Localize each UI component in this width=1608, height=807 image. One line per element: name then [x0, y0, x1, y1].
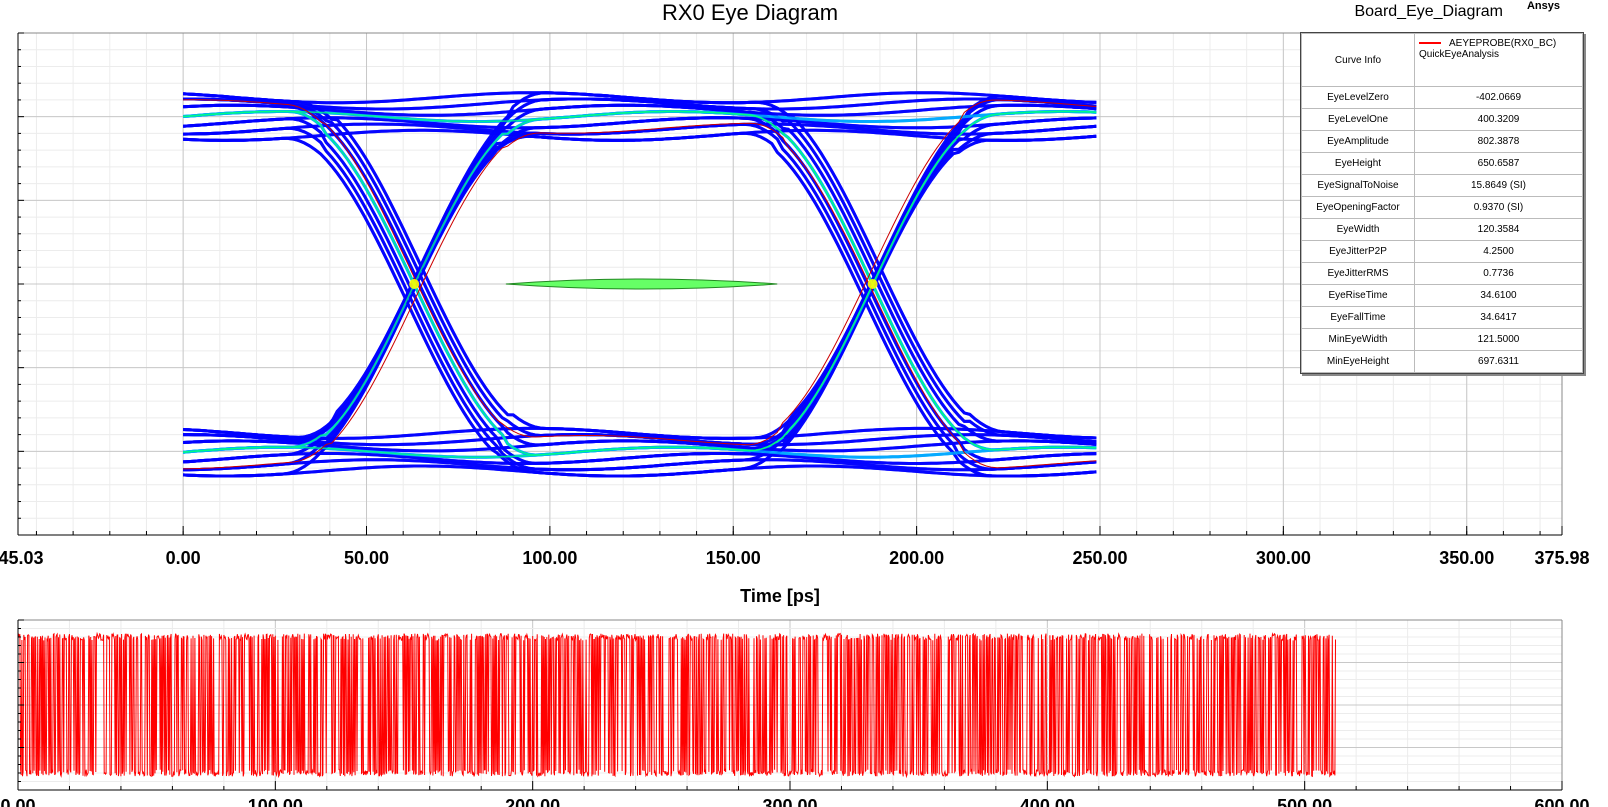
wave-x-tick-label: 500.00 — [1277, 796, 1332, 807]
curve-info-label: EyeOpeningFactor — [1301, 196, 1415, 219]
curve-info-value: 0.7736 — [1414, 262, 1583, 285]
curve-info-legend[interactable]: AEYEPROBE(RX0_BC) QuickEyeAnalysis — [1414, 33, 1583, 87]
curve-info-value: 15.8649 (SI) — [1414, 174, 1583, 197]
curve-info-label: MinEyeHeight — [1301, 350, 1415, 373]
curve-info-header-row: Curve Info AEYEPROBE(RX0_BC) QuickEyeAna… — [1301, 33, 1583, 87]
curve-info-row: EyeSignalToNoise 15.8649 (SI) — [1301, 174, 1583, 197]
curve-info-value: 650.6587 — [1414, 152, 1583, 175]
curve-info-row: EyeHeight 650.6587 — [1301, 152, 1583, 175]
curve-info-label: EyeJitterRMS — [1301, 262, 1415, 285]
curve-info-value: 34.6100 — [1414, 284, 1583, 307]
wave-x-tick-label: 100.00 — [248, 796, 303, 807]
wave-x-tick-label: 600.00 — [1534, 796, 1589, 807]
vendor-logo-text: Ansys — [1526, 0, 1560, 12]
curve-info-label: MinEyeWidth — [1301, 328, 1415, 351]
curve-info-label: EyeLevelOne — [1301, 108, 1415, 131]
curve-info-row: EyeJitterP2P 4.2500 — [1301, 240, 1583, 263]
legend-swatch-icon — [1419, 42, 1441, 45]
curve-info-label: EyeAmplitude — [1301, 130, 1415, 153]
curve-info-row: EyeLevelZero -402.0669 — [1301, 86, 1583, 109]
curve-info-row: EyeJitterRMS 0.7736 — [1301, 262, 1583, 285]
wave-x-tick-label: 300.00 — [762, 796, 817, 807]
curve-info-value: 697.6311 — [1414, 350, 1583, 373]
curve-info-label: EyeWidth — [1301, 218, 1415, 241]
curve-info-value: 120.3584 — [1414, 218, 1583, 241]
wave-x-tick-label: 0.00 — [0, 796, 35, 807]
report-name: Board_Eye_Diagram — [1354, 3, 1503, 20]
x-axis-title: Time [ps] — [740, 586, 820, 606]
curve-info-value: 400.3209 — [1414, 108, 1583, 131]
curve-info-label: EyeJitterP2P — [1301, 240, 1415, 263]
curve-info-row: MinEyeHeight 697.6311 — [1301, 350, 1583, 373]
chart-title: RX0 Eye Diagram — [661, 0, 839, 25]
eye-diagram-report: -45.030.0050.00100.00150.00200.00250.003… — [0, 0, 1608, 807]
curve-info-row: EyeRiseTime 34.6100 — [1301, 284, 1583, 307]
curve-info-label: EyeLevelZero — [1301, 86, 1415, 109]
wave-x-tick-label: 400.00 — [1020, 796, 1075, 807]
curve-info-label: EyeFallTime — [1301, 306, 1415, 329]
curve-info-row: EyeFallTime 34.6417 — [1301, 306, 1583, 329]
curve-info-row: EyeLevelOne 400.3209 — [1301, 108, 1583, 131]
curve-info-label: EyeHeight — [1301, 152, 1415, 175]
curve-info-value: 34.6417 — [1414, 306, 1583, 329]
curve-info-row: EyeAmplitude 802.3878 — [1301, 130, 1583, 153]
curve-info-label: EyeRiseTime — [1301, 284, 1415, 307]
wave-x-tick-label: 200.00 — [505, 796, 560, 807]
legend-analysis: QuickEyeAnalysis — [1419, 49, 1500, 60]
curve-info-label: EyeSignalToNoise — [1301, 174, 1415, 197]
curve-info-value: -402.0669 — [1414, 86, 1583, 109]
curve-info-row: MinEyeWidth 121.5000 — [1301, 328, 1583, 351]
curve-info-header-label: Curve Info — [1301, 33, 1415, 87]
curve-info-row: EyeOpeningFactor 0.9370 (SI) — [1301, 196, 1583, 219]
curve-info-value: 121.5000 — [1414, 328, 1583, 351]
curve-info-value: 802.3878 — [1414, 130, 1583, 153]
curve-info-row: EyeWidth 120.3584 — [1301, 218, 1583, 241]
curve-info-table[interactable]: Curve Info AEYEPROBE(RX0_BC) QuickEyeAna… — [1300, 32, 1584, 374]
curve-info-value: 4.2500 — [1414, 240, 1583, 263]
legend-curve-name: AEYEPROBE(RX0_BC) — [1449, 38, 1557, 49]
curve-info-value: 0.9370 (SI) — [1414, 196, 1583, 219]
